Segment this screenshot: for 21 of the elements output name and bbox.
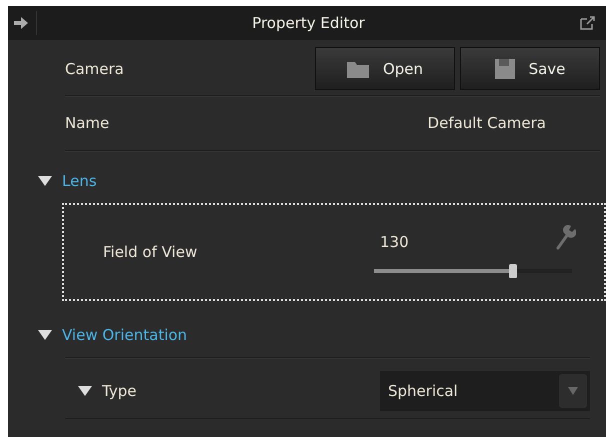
- property-label: Field of View: [103, 243, 198, 261]
- arrow-right-icon[interactable]: [14, 17, 28, 29]
- section-header[interactable]: View Orientation: [62, 326, 188, 344]
- property-label: Name: [65, 114, 110, 132]
- expand-triangle-icon[interactable]: [78, 386, 92, 396]
- property-label: Camera: [65, 60, 125, 78]
- property-label: Type: [102, 382, 138, 400]
- property-value: 130: [380, 233, 409, 251]
- popout-icon[interactable]: [580, 16, 596, 30]
- expand-triangle-icon[interactable]: [38, 330, 52, 340]
- property-value: Default Camera: [428, 114, 546, 132]
- expand-triangle-icon[interactable]: [38, 176, 52, 186]
- dropdown-field[interactable]: Spherical: [380, 371, 590, 411]
- section-header[interactable]: Lens: [62, 172, 97, 190]
- window-title: Property Editor: [251, 14, 366, 32]
- caret-icon: [568, 387, 578, 395]
- wrench-icon[interactable]: [556, 224, 576, 250]
- save-button[interactable]: Save: [460, 47, 600, 90]
- folder-icon: [346, 60, 369, 78]
- slider-thumb[interactable]: [508, 264, 517, 278]
- open-button[interactable]: Open: [315, 47, 455, 90]
